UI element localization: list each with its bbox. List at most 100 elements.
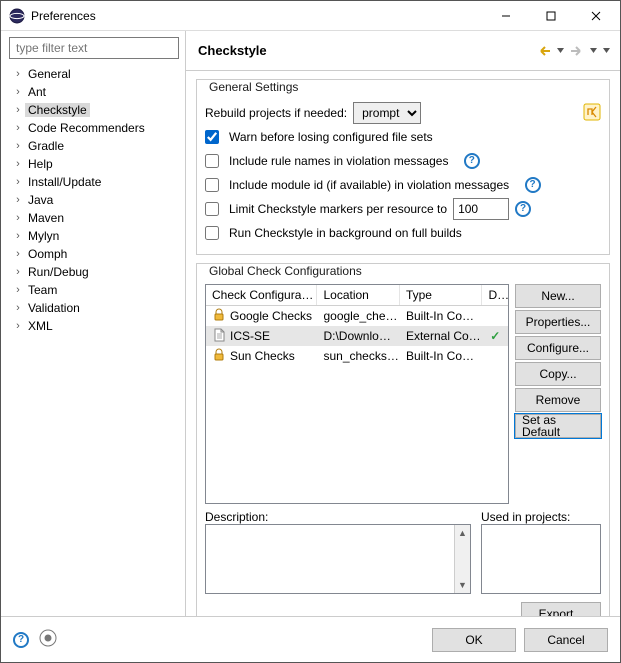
config-type: Built-In Co… (400, 309, 483, 323)
view-menu[interactable] (601, 45, 612, 56)
config-location: sun_checks… (317, 349, 400, 363)
scrollbar[interactable]: ▲ ▼ (454, 525, 470, 593)
tree-item-label: Mylyn (25, 229, 62, 243)
preferences-tree[interactable]: ›General›Ant›Checkstyle›Code Recommender… (5, 65, 181, 335)
remove-button[interactable]: Remove (515, 388, 601, 412)
maximize-button[interactable] (528, 1, 573, 30)
tree-item[interactable]: ›Oomph (5, 245, 181, 263)
general-settings-group: General Settings Rebuild projects if nee… (196, 79, 610, 255)
col-location[interactable]: Location (317, 285, 400, 305)
forward-button[interactable] (568, 42, 586, 60)
app-icon (9, 8, 25, 24)
window-title: Preferences (31, 9, 483, 23)
tree-item[interactable]: ›Install/Update (5, 173, 181, 191)
tree-item-label: Help (25, 157, 56, 171)
back-menu[interactable] (555, 45, 566, 56)
description-textarea[interactable] (206, 525, 454, 593)
tree-item[interactable]: ›Team (5, 281, 181, 299)
tree-item[interactable]: ›Ant (5, 83, 181, 101)
used-in-projects-box[interactable] (481, 524, 601, 594)
limit-label: Limit Checkstyle markers per resource to (229, 202, 447, 216)
export-button[interactable]: Export... (521, 602, 601, 616)
help-icon[interactable]: ? (525, 177, 541, 193)
tree-item[interactable]: ›Java (5, 191, 181, 209)
table-row[interactable]: Google Checksgoogle_che…Built-In Co… (206, 306, 508, 326)
announce-icon[interactable] (583, 103, 601, 124)
chevron-right-icon: › (11, 230, 25, 242)
tree-item[interactable]: ›Validation (5, 299, 181, 317)
tree-item[interactable]: ›Run/Debug (5, 263, 181, 281)
chevron-right-icon: › (11, 176, 25, 188)
close-button[interactable] (573, 1, 618, 30)
col-name[interactable]: Check Configura… (206, 285, 317, 305)
tree-item[interactable]: ›Code Recommenders (5, 119, 181, 137)
chevron-right-icon: › (11, 86, 25, 98)
rebuild-label: Rebuild projects if needed: (205, 106, 347, 120)
table-row[interactable]: ICS-SE D:\Downlo…External Co… ✓ (206, 326, 508, 346)
config-name: ICS-SE (230, 329, 270, 343)
table-row[interactable]: Sun Checks sun_checks…Built-In Co… (206, 346, 508, 366)
copy-button[interactable]: Copy... (515, 362, 601, 386)
config-location: D:\Downlo… (317, 329, 400, 343)
config-type: Built-In Co… (400, 349, 483, 363)
filter-input[interactable] (9, 37, 179, 59)
check-icon: ✓ (490, 329, 500, 343)
limit-checkbox[interactable] (205, 202, 219, 216)
chevron-right-icon: › (11, 266, 25, 278)
chevron-right-icon: › (11, 248, 25, 260)
configs-table[interactable]: Check Configura… Location Type D… Google… (205, 284, 509, 504)
module-id-checkbox[interactable] (205, 178, 219, 192)
background-label: Run Checkstyle in background on full bui… (229, 226, 462, 240)
forward-menu[interactable] (588, 45, 599, 56)
tree-item[interactable]: ›Help (5, 155, 181, 173)
tree-item[interactable]: ›Mylyn (5, 227, 181, 245)
tree-item-label: Maven (25, 211, 67, 225)
chevron-right-icon: › (11, 302, 25, 314)
warn-label: Warn before losing configured file sets (229, 130, 433, 144)
help-icon[interactable]: ? (515, 201, 531, 217)
tree-item-label: Gradle (25, 139, 67, 153)
tree-item-label: Run/Debug (25, 265, 92, 279)
col-default[interactable]: D… (482, 285, 508, 305)
limit-input[interactable] (453, 198, 509, 220)
tree-item[interactable]: ›Checkstyle (5, 101, 181, 119)
used-in-projects-label: Used in projects: (481, 510, 601, 524)
new-button[interactable]: New... (515, 284, 601, 308)
back-button[interactable] (535, 42, 553, 60)
config-type: External Co… (400, 329, 483, 343)
config-default: ✓ (482, 329, 508, 343)
scroll-down-icon[interactable]: ▼ (455, 577, 470, 593)
tree-item-label: Java (25, 193, 56, 207)
tree-item[interactable]: ›General (5, 65, 181, 83)
set-default-button[interactable]: Set as Default (515, 414, 601, 438)
chevron-right-icon: › (11, 140, 25, 152)
rule-names-checkbox[interactable] (205, 154, 219, 168)
cancel-button[interactable]: Cancel (524, 628, 608, 652)
page-title: Checkstyle (198, 43, 535, 58)
tree-item-label: Team (25, 283, 60, 297)
warn-checkbox[interactable] (205, 130, 219, 144)
lock-icon (212, 348, 226, 365)
tree-item-label: Oomph (25, 247, 70, 261)
tree-item-label: General (25, 67, 74, 81)
minimize-button[interactable] (483, 1, 528, 30)
tree-item[interactable]: ›Gradle (5, 137, 181, 155)
background-checkbox[interactable] (205, 226, 219, 240)
rebuild-select[interactable]: prompt (353, 102, 421, 124)
tree-item-label: Validation (25, 301, 83, 315)
config-location: google_che… (317, 309, 400, 323)
col-type[interactable]: Type (400, 285, 483, 305)
config-name: Sun Checks (230, 349, 295, 363)
tree-item-label: XML (25, 319, 56, 333)
tree-item[interactable]: ›XML (5, 317, 181, 335)
scroll-up-icon[interactable]: ▲ (455, 525, 470, 541)
preferences-sidebar: ›General›Ant›Checkstyle›Code Recommender… (1, 31, 186, 616)
properties-button[interactable]: Properties... (515, 310, 601, 334)
description-box[interactable]: ▲ ▼ (205, 524, 471, 594)
configure-button[interactable]: Configure... (515, 336, 601, 360)
oomph-record-icon[interactable] (39, 629, 57, 650)
help-icon[interactable]: ? (464, 153, 480, 169)
tree-item[interactable]: ›Maven (5, 209, 181, 227)
ok-button[interactable]: OK (432, 628, 516, 652)
help-button[interactable]: ? (13, 632, 29, 648)
